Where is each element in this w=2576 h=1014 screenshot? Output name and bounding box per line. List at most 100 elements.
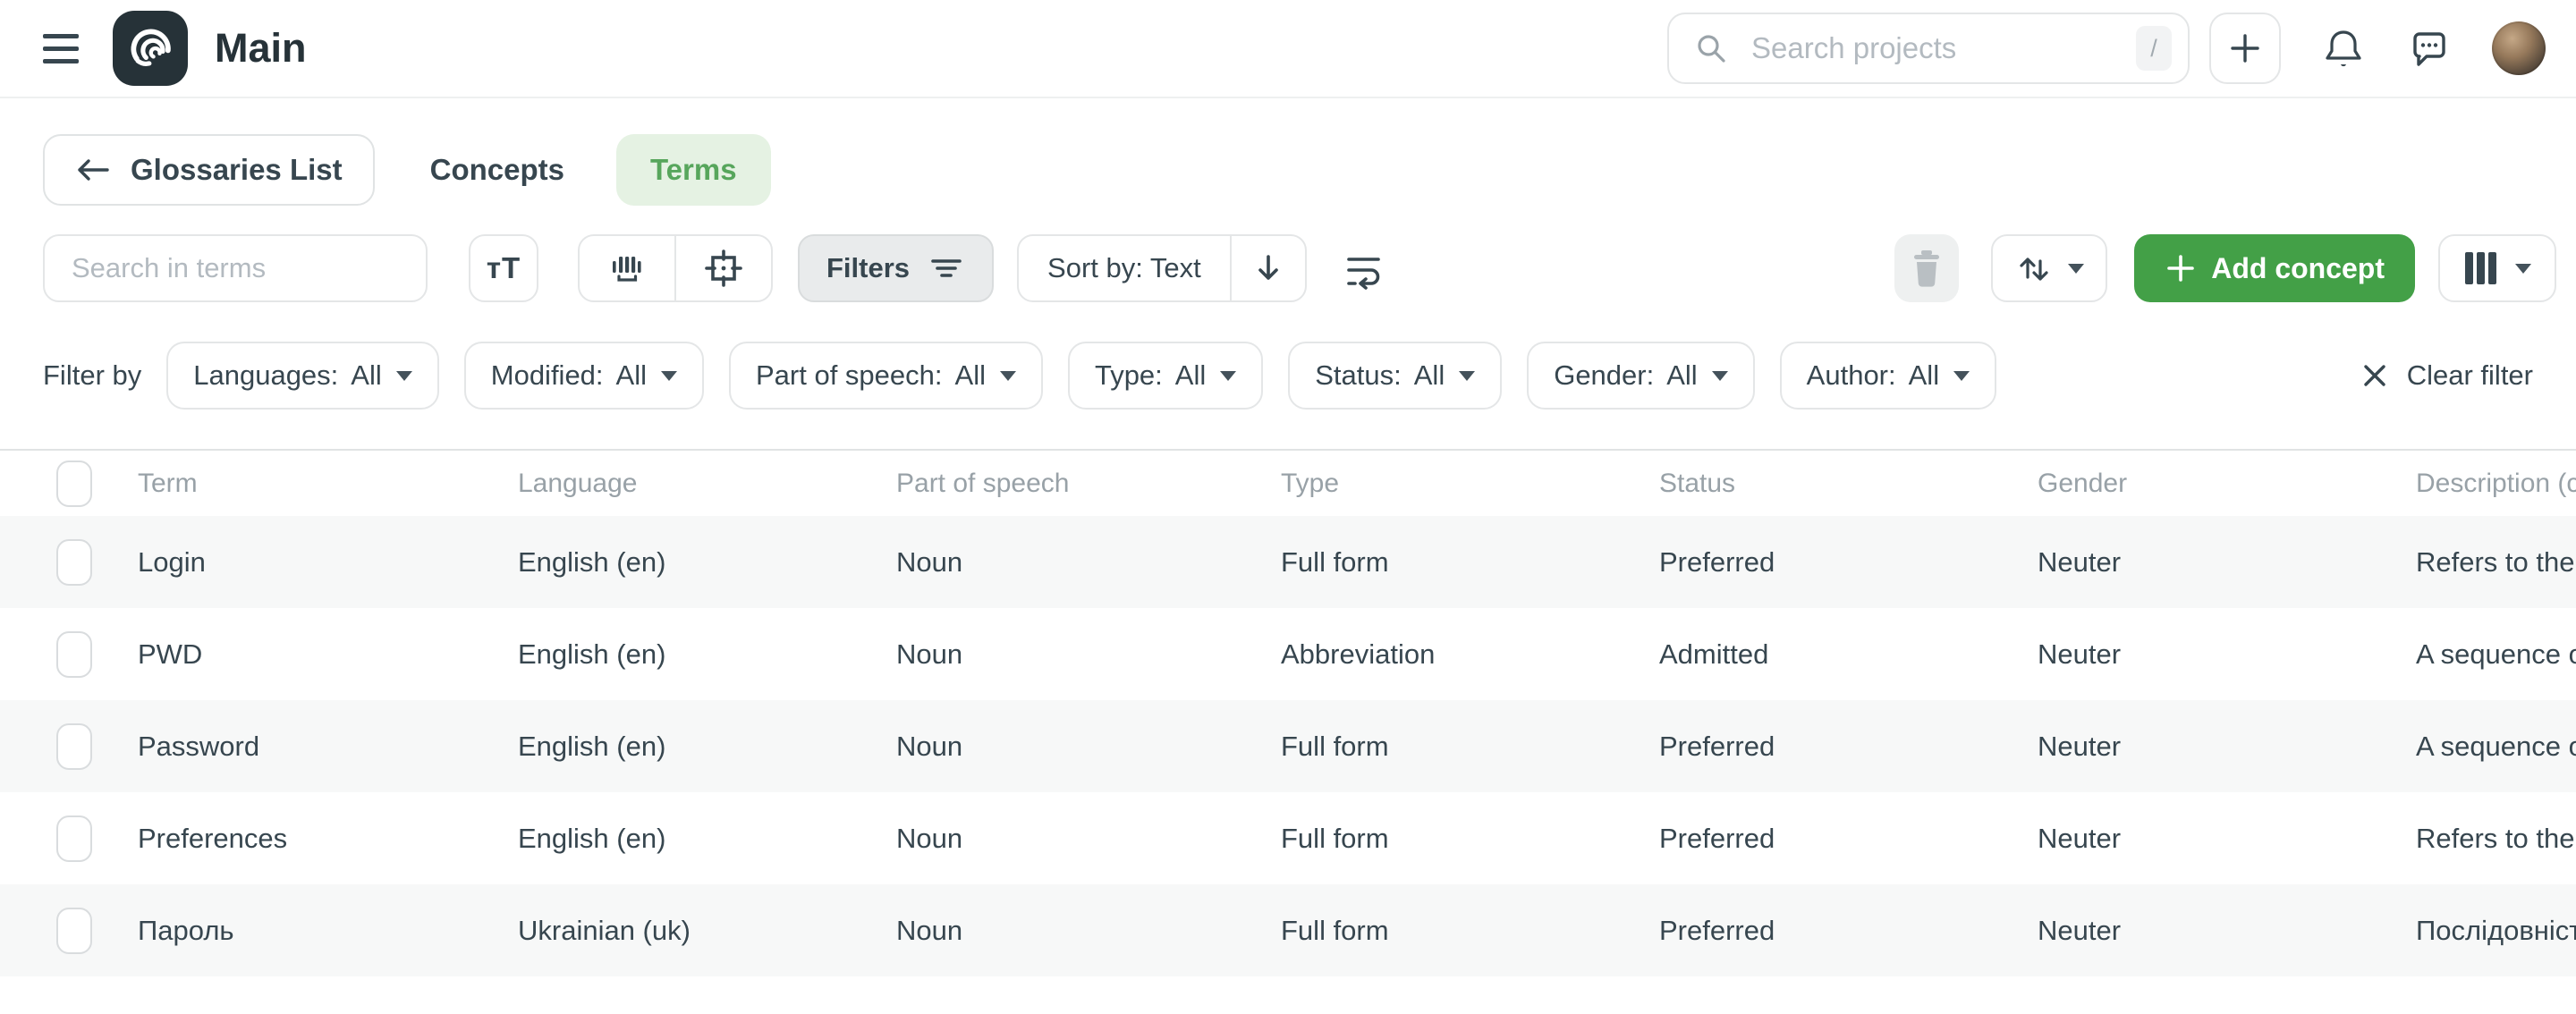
- filter-pill-value: All: [1175, 359, 1206, 392]
- language-cell: English (en): [518, 546, 896, 579]
- exact-match-button[interactable]: [674, 236, 771, 300]
- trash-icon: [1909, 248, 1945, 289]
- hamburger-menu-icon[interactable]: [43, 34, 79, 63]
- row-checkbox[interactable]: [56, 908, 92, 954]
- tab-terms[interactable]: Terms: [616, 134, 771, 206]
- status-cell: Preferred: [1659, 546, 2038, 579]
- chevron-down-icon: [2515, 264, 2531, 274]
- filter-pill-modified[interactable]: Modified: All: [464, 342, 704, 410]
- wrap-lines-button[interactable]: [1343, 245, 1385, 292]
- back-to-glossaries-button[interactable]: Glossaries List: [43, 134, 375, 206]
- clear-filter-button[interactable]: Clear filter: [2360, 359, 2533, 392]
- type-cell: Full form: [1281, 546, 1659, 579]
- filter-pill-gender[interactable]: Gender: All: [1527, 342, 1754, 410]
- crowdin-logo-mark: [125, 23, 175, 73]
- chevron-down-icon: [1953, 371, 1970, 381]
- filter-pill-status[interactable]: Status: All: [1288, 342, 1502, 410]
- arrow-left-icon: [75, 156, 111, 183]
- row-checkbox[interactable]: [56, 631, 92, 678]
- type-cell: Full form: [1281, 915, 1659, 947]
- filter-pill-name: Modified:: [491, 359, 604, 392]
- gender-cell: Neuter: [2038, 638, 2416, 671]
- table-row[interactable]: Password English (en) Noun Full form Pre…: [0, 700, 2576, 792]
- table-row[interactable]: PWD English (en) Noun Abbreviation Admit…: [0, 608, 2576, 700]
- chat-bubble-icon: [2406, 26, 2451, 71]
- column-header-type: Type: [1281, 469, 1659, 499]
- search-terms-input[interactable]: [70, 251, 401, 285]
- create-project-button[interactable]: [2209, 13, 2281, 84]
- match-case-button[interactable]: тT: [469, 234, 538, 302]
- slash-shortcut-badge: /: [2136, 26, 2172, 71]
- chevron-down-icon: [1459, 371, 1475, 381]
- sort-direction-button[interactable]: [1230, 236, 1305, 300]
- filter-pill-value: All: [1414, 359, 1445, 392]
- table-row[interactable]: Пароль Ukrainian (uk) Noun Full form Pre…: [0, 884, 2576, 976]
- filter-icon: [928, 250, 965, 286]
- part-of-speech-cell: Noun: [896, 638, 1281, 671]
- back-button-label: Glossaries List: [131, 153, 343, 187]
- filter-pill-type[interactable]: Type: All: [1068, 342, 1263, 410]
- add-concept-label: Add concept: [2211, 252, 2385, 285]
- filter-pill-part-of-speech[interactable]: Part of speech: All: [729, 342, 1043, 410]
- project-search-box[interactable]: /: [1667, 13, 2190, 84]
- description-cell: Refers to the: [2416, 823, 2576, 855]
- sort-by-button[interactable]: Sort by: Text: [1019, 236, 1230, 300]
- column-header-part-of-speech: Part of speech: [896, 469, 1281, 499]
- delete-selected-button[interactable]: [1894, 234, 1959, 302]
- columns-view-button[interactable]: [2438, 234, 2556, 302]
- crowdin-logo[interactable]: [113, 11, 188, 86]
- gender-cell: Neuter: [2038, 546, 2416, 579]
- chevron-down-icon: [1000, 371, 1016, 381]
- user-avatar[interactable]: [2492, 21, 2546, 75]
- filter-pill-value: All: [351, 359, 381, 392]
- whole-word-button[interactable]: [580, 236, 674, 300]
- clear-filter-label: Clear filter: [2407, 359, 2533, 392]
- filter-pill-name: Author:: [1807, 359, 1896, 392]
- chevron-down-icon: [1712, 371, 1728, 381]
- filter-pill-name: Languages:: [193, 359, 338, 392]
- terms-toolbar: тT Filter: [0, 234, 2576, 302]
- filter-pill-value: All: [955, 359, 986, 392]
- filters-button[interactable]: Filters: [798, 234, 994, 302]
- type-cell: Full form: [1281, 823, 1659, 855]
- filter-by-label: Filter by: [43, 359, 141, 392]
- table-body: Login English (en) Noun Full form Prefer…: [0, 516, 2576, 976]
- part-of-speech-cell: Noun: [896, 823, 1281, 855]
- bell-icon: [2322, 26, 2365, 71]
- filter-pill-author[interactable]: Author: All: [1780, 342, 1996, 410]
- chevron-down-icon: [2068, 264, 2084, 274]
- term-cell: Пароль: [138, 915, 518, 947]
- columns-icon: [2463, 251, 2499, 285]
- add-concept-button[interactable]: Add concept: [2134, 234, 2415, 302]
- row-checkbox[interactable]: [56, 723, 92, 770]
- target-frame-icon: [703, 248, 744, 289]
- tab-concepts[interactable]: Concepts: [430, 153, 564, 187]
- chevron-down-icon: [396, 371, 412, 381]
- row-checkbox[interactable]: [56, 815, 92, 862]
- part-of-speech-cell: Noun: [896, 546, 1281, 579]
- messages-button[interactable]: [2406, 26, 2451, 71]
- sort-control: Sort by: Text: [1017, 234, 1307, 302]
- search-projects-input[interactable]: [1750, 30, 2136, 66]
- language-cell: Ukrainian (uk): [518, 915, 896, 947]
- language-cell: English (en): [518, 823, 896, 855]
- row-checkbox[interactable]: [56, 539, 92, 586]
- table-row[interactable]: Preferences English (en) Noun Full form …: [0, 792, 2576, 884]
- column-header-gender: Gender: [2038, 469, 2416, 499]
- terms-table: Term Language Part of speech Type Status…: [0, 449, 2576, 976]
- arrows-up-down-icon: [2014, 249, 2054, 288]
- description-cell: Refers to the: [2416, 546, 2576, 579]
- terms-search-box[interactable]: [43, 234, 428, 302]
- arrow-down-icon: [1250, 250, 1286, 286]
- filter-pill-name: Type:: [1095, 359, 1163, 392]
- select-all-checkbox[interactable]: [56, 461, 92, 507]
- notifications-button[interactable]: [2322, 26, 2365, 71]
- status-cell: Admitted: [1659, 638, 2038, 671]
- filter-pill-name: Status:: [1315, 359, 1402, 392]
- table-row[interactable]: Login English (en) Noun Full form Prefer…: [0, 516, 2576, 608]
- import-export-button[interactable]: [1991, 234, 2107, 302]
- filter-pill-languages[interactable]: Languages: All: [166, 342, 439, 410]
- glossary-nav-row: Glossaries List Concepts Terms: [0, 134, 2576, 206]
- plus-icon: [2165, 252, 2197, 284]
- part-of-speech-cell: Noun: [896, 731, 1281, 763]
